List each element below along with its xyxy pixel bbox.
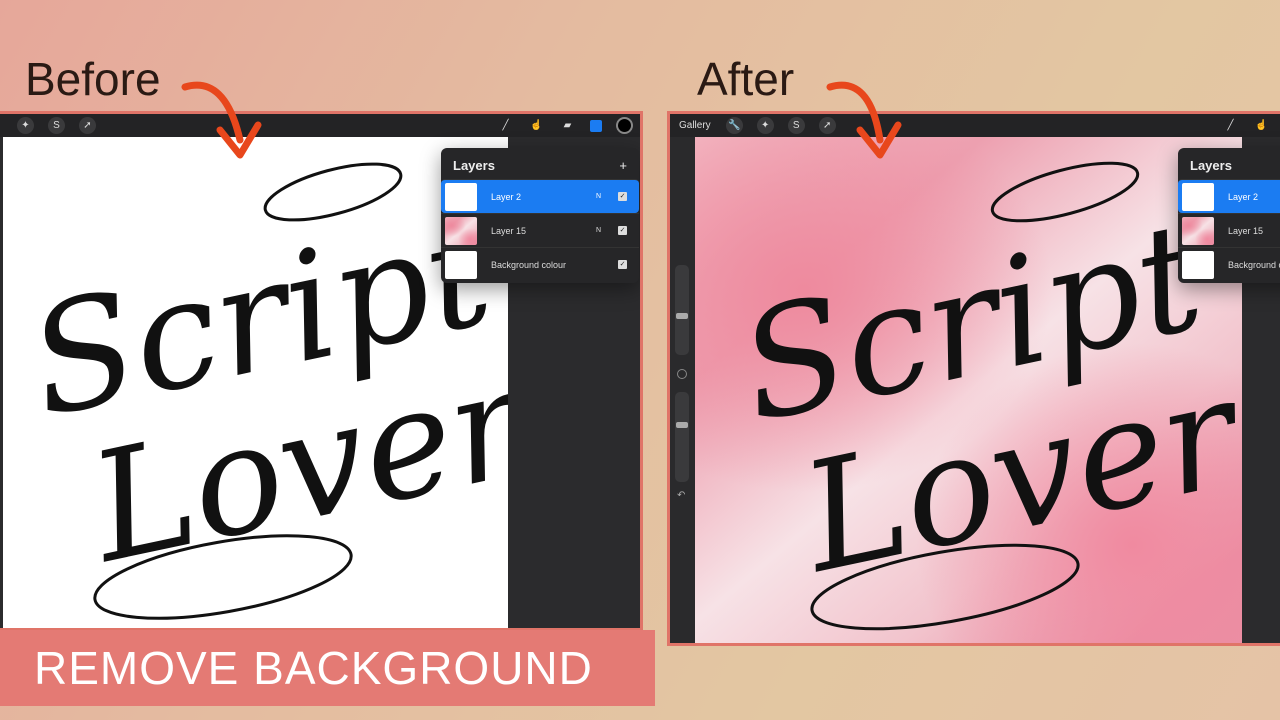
layers-title: Layers <box>453 158 495 173</box>
layer-row[interactable]: Background colour ✓ <box>441 247 639 281</box>
layer-thumbnail <box>1182 250 1214 279</box>
canvas[interactable]: Script Lover <box>3 137 508 628</box>
title-banner: REMOVE BACKGROUND <box>0 630 655 706</box>
script-artwork: Script Lover <box>16 162 508 620</box>
wrench-icon[interactable]: 🔧 <box>725 117 743 134</box>
layer-thumbnail <box>445 250 477 279</box>
script-artwork: Script Lover <box>727 161 1242 631</box>
layers-icon[interactable] <box>590 119 602 132</box>
layer-row[interactable]: Layer 2 <box>1178 179 1280 213</box>
before-screenshot: ✦ S ➚ ╱ ☝ ▰ Script Lover Layers + Layer 2… <box>0 111 643 631</box>
brush-size-slider[interactable] <box>675 265 689 355</box>
selection-s-icon[interactable]: S <box>48 117 65 134</box>
layer-row[interactable]: Layer 15 N ✓ <box>441 213 639 247</box>
brush-icon[interactable]: ╱ <box>1222 117 1239 134</box>
add-layer-button[interactable]: + <box>619 158 627 173</box>
arrow-icon <box>181 81 262 159</box>
visibility-checkbox[interactable]: ✓ <box>618 192 627 201</box>
layers-panel: Layers + Layer 2 N ✓ Layer 15 N ✓ Background … <box>441 148 639 283</box>
arrow-icon <box>826 81 902 159</box>
layer-thumbnail <box>445 182 477 211</box>
undo-icon[interactable]: ↶ <box>677 490 685 501</box>
layer-thumbnail <box>1182 216 1214 245</box>
sidebar: ↶ <box>670 137 695 643</box>
color-icon[interactable] <box>616 117 633 134</box>
eraser-icon[interactable]: ▰ <box>559 117 576 134</box>
after-screenshot: Gallery 🔧 ✦ S ➚ ╱ ☝ ↶ Script Lover Layer… <box>667 111 1280 646</box>
opacity-slider[interactable] <box>675 392 689 482</box>
modify-button[interactable] <box>677 369 687 379</box>
magic-wand-icon[interactable]: ✦ <box>756 117 774 134</box>
move-arrow-icon[interactable]: ➚ <box>79 117 96 134</box>
after-label: After <box>697 53 795 105</box>
layer-thumbnail <box>1182 182 1214 211</box>
layer-row[interactable]: Layer 15 <box>1178 213 1280 247</box>
smudge-icon[interactable]: ☝ <box>528 117 545 134</box>
selection-s-icon[interactable]: S <box>787 117 805 134</box>
smudge-icon[interactable]: ☝ <box>1253 117 1270 134</box>
visibility-checkbox[interactable]: ✓ <box>618 260 627 269</box>
gallery-button[interactable]: Gallery <box>679 120 711 131</box>
canvas[interactable]: Script Lover <box>695 137 1242 643</box>
toolbar: ✦ S ➚ ╱ ☝ ▰ <box>0 114 640 137</box>
layers-panel: Layers Layer 2 Layer 15 Background colou… <box>1178 148 1280 283</box>
brush-icon[interactable]: ╱ <box>497 117 514 134</box>
magic-wand-icon[interactable]: ✦ <box>17 117 34 134</box>
toolbar: Gallery 🔧 ✦ S ➚ ╱ ☝ <box>670 114 1280 137</box>
before-label: Before <box>25 53 161 105</box>
layers-title: Layers <box>1190 158 1232 173</box>
layer-row[interactable]: Layer 2 N ✓ <box>441 179 639 213</box>
visibility-checkbox[interactable]: ✓ <box>618 226 627 235</box>
layer-row[interactable]: Background colour <box>1178 247 1280 281</box>
layer-thumbnail <box>445 216 477 245</box>
